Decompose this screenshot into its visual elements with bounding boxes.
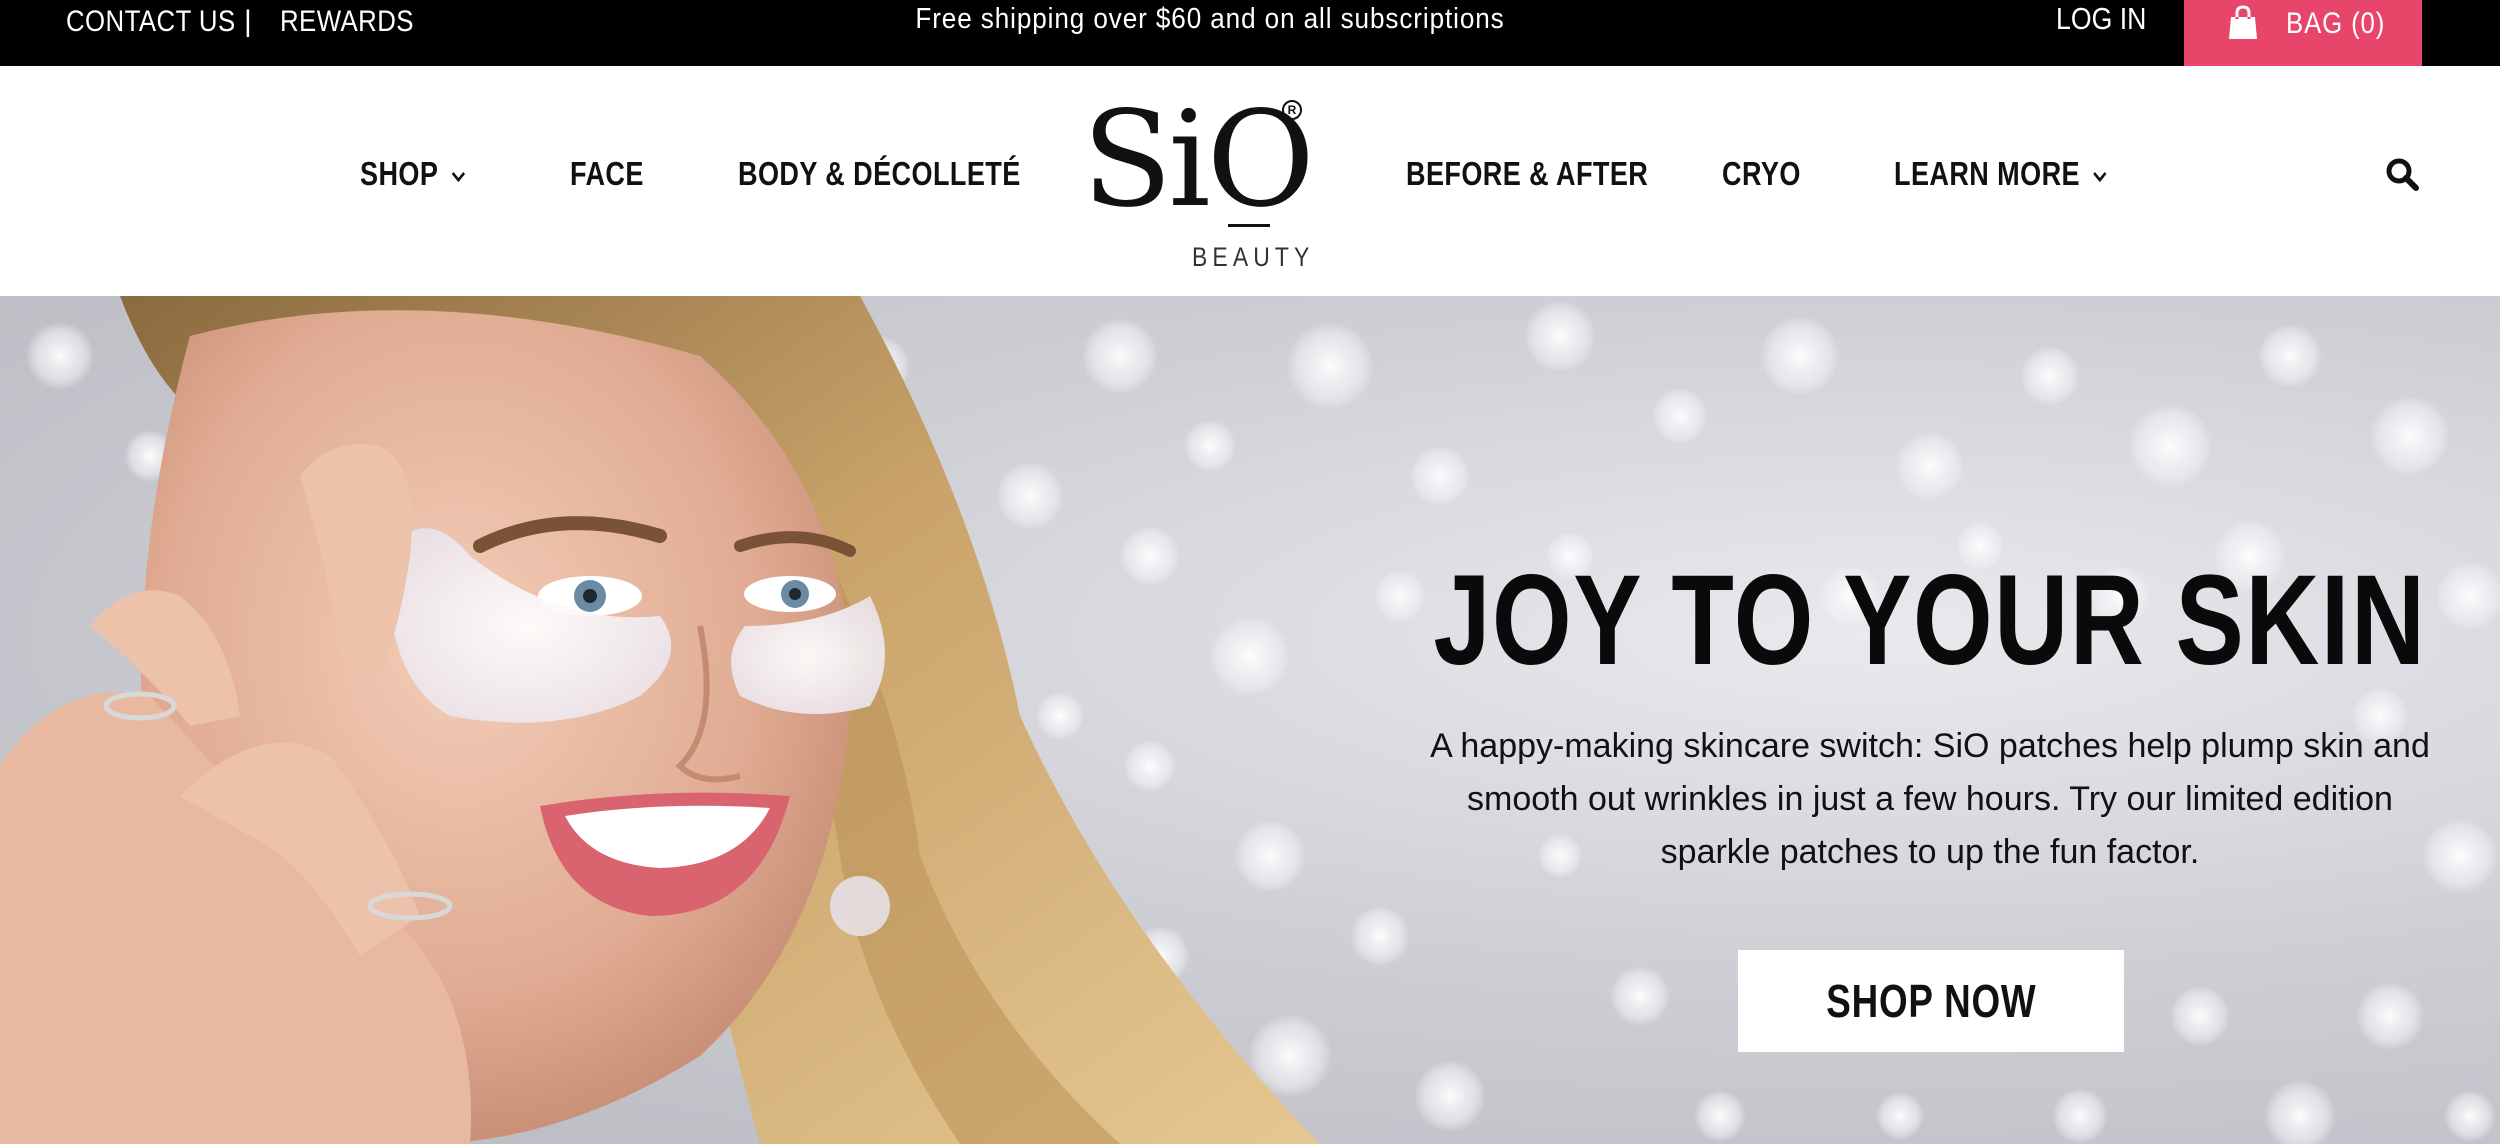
search-icon[interactable] bbox=[2384, 156, 2420, 192]
logo-wordmark: SiO bbox=[1082, 83, 1315, 237]
nav-item-label: SHOP bbox=[360, 155, 439, 192]
logo-underline bbox=[1228, 224, 1270, 227]
hero-description: A happy-making skincare switch: SiO patc… bbox=[1430, 727, 2430, 871]
sio-beauty-logo[interactable]: SiO R BEAUTY bbox=[1082, 90, 1315, 272]
registered-mark: R bbox=[1282, 100, 1302, 120]
main-navigation: SHOP FACE BODY & DÉCOLLETÉ SiO R BEAUTY … bbox=[0, 66, 2500, 296]
shop-now-label: SHOP NOW bbox=[1825, 975, 2037, 1027]
shopping-bag-icon bbox=[2229, 5, 2257, 39]
log-in-link[interactable]: LOG IN bbox=[2056, 0, 2146, 38]
hero-title: JOY TO YOUR SKIN bbox=[1433, 549, 2427, 692]
nav-item-label: CRYO bbox=[1722, 155, 1801, 192]
promo-banner-text: Free shipping over $60 and on all subscr… bbox=[915, 3, 1505, 35]
nav-item-before-after[interactable]: BEFORE & AFTER bbox=[1406, 152, 1648, 196]
nav-item-label: BODY & DÉCOLLETÉ bbox=[738, 155, 1021, 192]
chevron-down-icon bbox=[2093, 172, 2107, 183]
nav-item-face[interactable]: FACE bbox=[570, 152, 644, 196]
bag-count-label: BAG (0) bbox=[2286, 7, 2386, 40]
nav-item-label: BEFORE & AFTER bbox=[1406, 155, 1649, 192]
utility-bar: CONTACT US | REWARDS Free shipping over … bbox=[0, 0, 2500, 66]
bag-button[interactable]: BAG (0) bbox=[2184, 0, 2422, 66]
logo-subtext: BEAUTY bbox=[1192, 242, 1315, 272]
nav-item-label: LEARN MORE bbox=[1894, 155, 2081, 192]
nav-item-shop[interactable]: SHOP bbox=[360, 152, 468, 196]
chevron-down-icon bbox=[451, 172, 465, 183]
nav-item-label: FACE bbox=[570, 155, 644, 192]
nav-item-body-decollete[interactable]: BODY & DÉCOLLETÉ bbox=[738, 152, 1021, 196]
nav-item-learn-more[interactable]: LEARN MORE bbox=[1894, 152, 2110, 196]
hero-banner: JOY TO YOUR SKIN A happy-making skincare… bbox=[0, 296, 2500, 1144]
hero-model-photo bbox=[0, 296, 1320, 1144]
shop-now-button[interactable]: SHOP NOW bbox=[1738, 950, 2124, 1052]
nav-item-cryo[interactable]: CRYO bbox=[1722, 152, 1801, 196]
